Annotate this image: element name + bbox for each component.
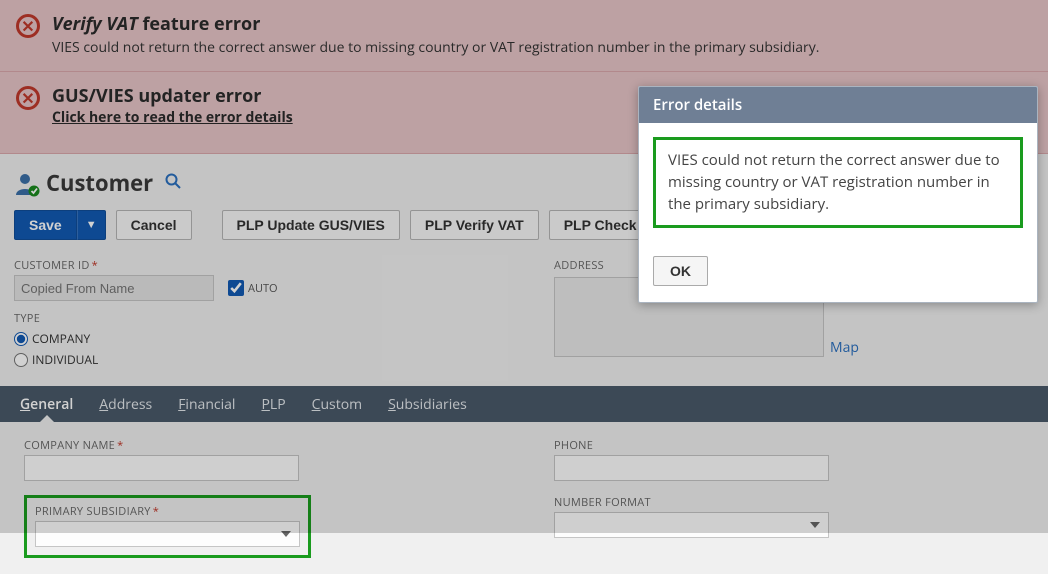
required-mark: * [92,258,98,273]
auto-checkbox-wrap: AUTO [228,280,278,296]
save-dropdown-button[interactable]: ▼ [77,210,106,240]
error-banner-verify-vat: ✕ Verify VAT feature error VIES could no… [0,0,1048,72]
primary-subsidiary-highlight: PRIMARY SUBSIDIARY* [24,495,311,558]
tab-custom[interactable]: Custom [312,386,362,422]
plp-verify-button[interactable]: PLP Verify VAT [410,210,539,240]
modal-title: Error details [639,87,1037,123]
error-icon: ✕ [16,14,40,38]
customer-id-row: AUTO [14,275,494,301]
type-individual-label: INDIVIDUAL [32,351,98,368]
modal-message: VIES could not return the correct answer… [653,137,1023,228]
type-radio-individual[interactable] [14,353,28,367]
search-icon[interactable] [165,173,181,194]
plp-update-button[interactable]: PLP Update GUS/VIES [222,210,400,240]
company-name-group: COMPANY NAME* [24,438,494,481]
customer-icon [14,171,38,195]
type-radio-individual-row: INDIVIDUAL [14,351,494,368]
tab-plp[interactable]: PLP [261,386,285,422]
type-label: TYPE [14,311,494,326]
error-title-suffix: feature error [138,12,261,36]
page-title: Customer [46,168,153,198]
primary-subsidiary-label: PRIMARY SUBSIDIARY* [35,504,300,519]
type-company-label: COMPANY [32,330,90,347]
tab-subsidiaries[interactable]: Subsidiaries [388,386,467,422]
form-col-left: CUSTOMER ID* AUTO TYPE COMPANY INDIVIDUA… [14,258,494,368]
tab-col-right: PHONE NUMBER FORMAT [554,438,1024,558]
auto-label: AUTO [248,281,278,296]
company-name-label: COMPANY NAME* [24,438,494,453]
type-radio-company[interactable] [14,332,28,346]
number-format-select[interactable] [554,512,829,538]
phone-label: PHONE [554,438,1024,453]
error-icon: ✕ [16,86,40,110]
modal-footer: OK [639,256,1037,302]
required-mark: * [117,438,123,453]
tab-financial[interactable]: Financial [178,386,235,422]
phone-group: PHONE [554,438,1024,481]
chevron-down-icon [281,531,291,537]
modal-body: VIES could not return the correct answer… [639,123,1037,256]
error-title: Verify VAT feature error [52,12,1032,36]
chevron-down-icon [810,522,820,528]
phone-input[interactable] [554,455,829,481]
auto-checkbox[interactable] [228,280,244,296]
tab-address[interactable]: Address [99,386,152,422]
ok-button[interactable]: OK [653,256,708,286]
save-split-button: Save ▼ [14,210,106,240]
error-content: Verify VAT feature error VIES could not … [52,12,1032,57]
cancel-button[interactable]: Cancel [116,210,192,240]
customer-id-label: CUSTOMER ID* [14,258,494,273]
error-title-prefix: Verify VAT [52,12,138,36]
map-link[interactable]: Map [830,338,859,357]
error-details-link[interactable]: Click here to read the error details [52,108,293,127]
required-mark: * [153,504,159,519]
company-name-input[interactable] [24,455,299,481]
tab-col-left: COMPANY NAME* PRIMARY SUBSIDIARY* [24,438,494,558]
number-format-label: NUMBER FORMAT [554,495,1024,510]
tab-general[interactable]: General [20,386,73,422]
save-button[interactable]: Save [14,210,77,240]
customer-id-input[interactable] [14,275,214,301]
primary-subsidiary-select[interactable] [35,521,300,547]
tab-body-general: COMPANY NAME* PRIMARY SUBSIDIARY* PHONE … [14,422,1034,574]
tab-bar: General Address Financial PLP Custom Sub… [0,386,1048,422]
number-format-group: NUMBER FORMAT [554,495,1024,538]
error-details-modal: Error details VIES could not return the … [638,86,1038,303]
type-block: TYPE COMPANY INDIVIDUAL [14,311,494,368]
error-subtext: VIES could not return the correct answer… [52,38,1032,57]
type-radio-company-row: COMPANY [14,330,494,347]
